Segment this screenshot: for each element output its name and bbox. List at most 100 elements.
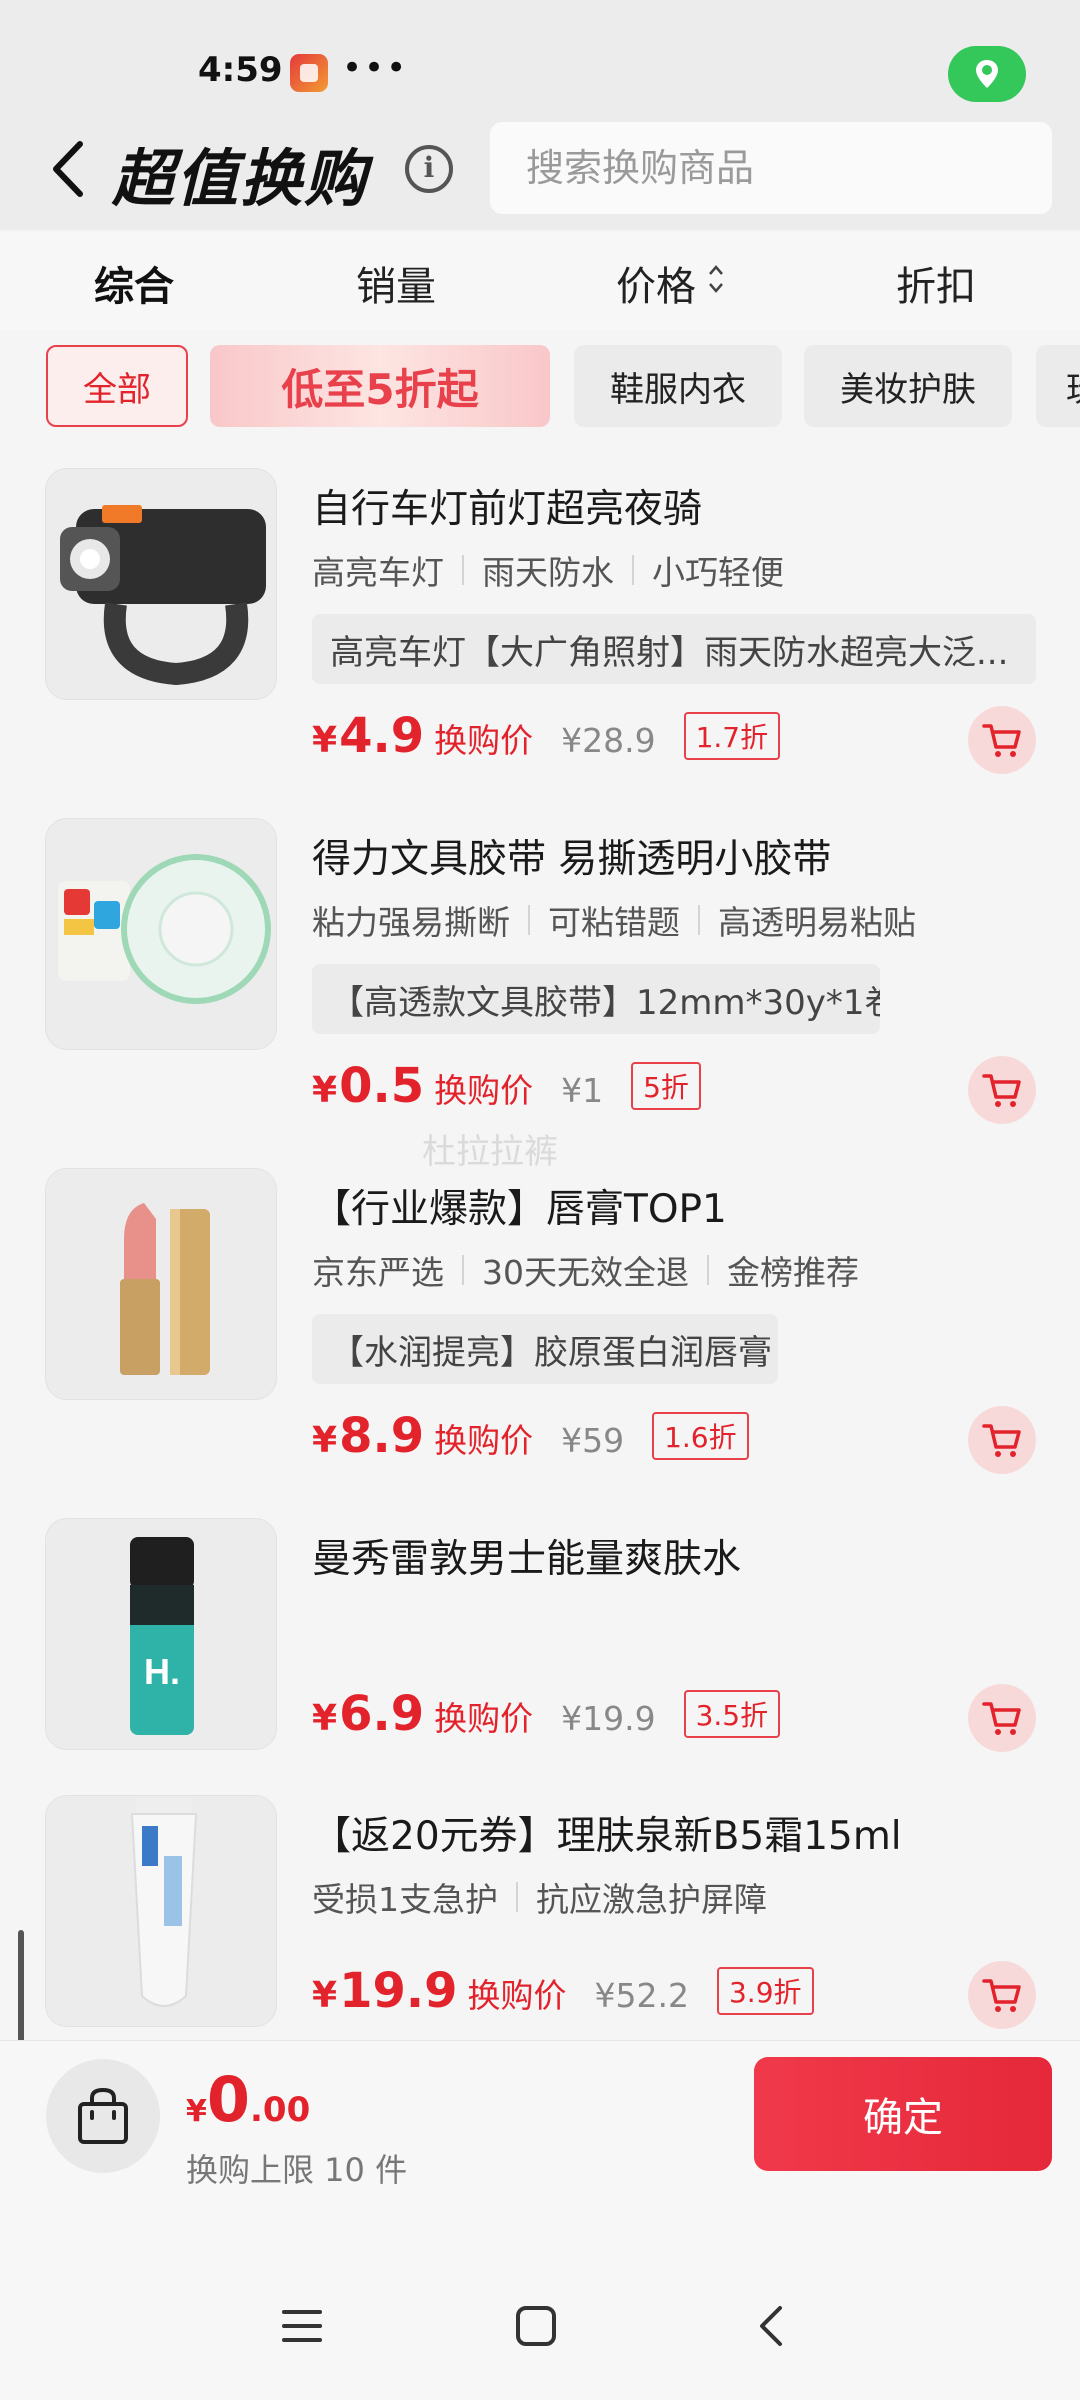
search-box[interactable] [490, 122, 1052, 214]
product-image[interactable]: H. [45, 1518, 277, 1750]
exchange-price: ¥6.9 [312, 1686, 424, 1742]
confirm-button[interactable]: 确定 [754, 2057, 1052, 2171]
product-title: 曼秀雷敦男士能量爽肤水 [312, 1537, 742, 1582]
original-price: ¥59 [561, 1421, 625, 1460]
tag-divider [462, 1255, 464, 1285]
tag-divider [632, 555, 634, 585]
original-price: ¥28.9 [561, 721, 656, 760]
product-image[interactable] [45, 468, 277, 700]
cart-icon [982, 1979, 1021, 2012]
product-tags: 京东严选 30天无效全退 金榜推荐 [312, 1246, 859, 1294]
cart-icon [982, 1074, 1021, 1107]
price-value: 19.9 [339, 1963, 458, 2019]
toner-bottle-icon: H. [130, 1537, 194, 1735]
location-indicator [948, 46, 1026, 102]
product-tags: 粘力强易撕断 可粘错题 高透明易粘贴 [312, 896, 916, 944]
price-value: 6.9 [339, 1686, 425, 1742]
total-int: 0 [206, 2063, 251, 2136]
menu-icon[interactable] [272, 2296, 332, 2356]
exchange-price-label: 换购价 [434, 721, 534, 760]
product-tag: 高透明易粘贴 [718, 903, 916, 942]
cart-icon [982, 1702, 1021, 1735]
add-to-cart-button[interactable] [968, 706, 1036, 774]
add-to-cart-button[interactable] [968, 1961, 1036, 2029]
price-row: ¥19.9 换购价 ¥52.2 3.9折 [312, 1963, 814, 2019]
product-title: 【行业爆款】唇膏TOP1 [312, 1187, 727, 1232]
back-button[interactable] [44, 134, 94, 204]
exchange-price-label: 换购价 [467, 1976, 567, 2015]
lipstick-icon [120, 1203, 210, 1375]
nav-back-icon[interactable] [742, 2296, 802, 2356]
more-notifications-icon: ••• [342, 48, 409, 88]
product-image[interactable] [45, 1168, 277, 1400]
price-currency: ¥ [312, 1975, 338, 2016]
exchange-price-label: 换购价 [434, 1699, 534, 1738]
product-desc: 【高透款文具胶带】12mm*30y*1卷 [312, 964, 880, 1034]
page-title: 超值换购 [112, 142, 369, 215]
home-icon[interactable] [506, 2296, 566, 2356]
product-card[interactable]: 【返20元券】理肤泉新B5霜15ml 受损1支急护 抗应激急护屏障 ¥19.9 … [0, 1795, 1080, 2035]
tag-divider [528, 905, 530, 935]
product-tag: 金榜推荐 [727, 1253, 859, 1292]
shopping-bag-button[interactable] [46, 2059, 160, 2173]
location-pin-icon [976, 60, 998, 88]
chip-promo[interactable]: 低至5折起 [210, 345, 550, 427]
info-icon[interactable] [405, 145, 453, 193]
product-image[interactable] [45, 818, 277, 1050]
cart-icon [982, 724, 1021, 757]
cream-tube-icon [130, 1798, 198, 2007]
watermark: 杜拉拉裤 [422, 1132, 558, 1172]
search-input[interactable] [526, 146, 1016, 190]
product-card[interactable]: H. 曼秀雷敦男士能量爽肤水 ¥6.9 换购价 ¥19.9 3.5折 [0, 1518, 1080, 1758]
chip-toys[interactable]: 玩 [1036, 345, 1080, 427]
discount-badge: 5折 [631, 1062, 701, 1110]
product-title: 得力文具胶带 易撕透明小胶带 [312, 837, 832, 882]
exchange-price: ¥4.9 [312, 708, 424, 764]
original-price: ¥1 [561, 1071, 604, 1110]
price-value: 4.9 [339, 708, 425, 764]
exchange-price: ¥0.5 [312, 1058, 424, 1114]
discount-badge: 1.7折 [683, 712, 781, 760]
tab-discount[interactable]: 折扣 [896, 254, 976, 312]
product-image[interactable] [45, 1795, 277, 2027]
product-card[interactable]: 自行车灯前灯超亮夜骑 高亮车灯 雨天防水 小巧轻便 高亮车灯【大广角照射】雨天防… [0, 468, 1080, 788]
product-title: 【返20元券】理肤泉新B5霜15ml [312, 1814, 902, 1859]
product-tag: 京东严选 [312, 1253, 444, 1292]
sort-arrows-icon [709, 265, 723, 293]
chip-clothing[interactable]: 鞋服内衣 [574, 345, 782, 427]
add-to-cart-button[interactable] [968, 1056, 1036, 1124]
product-tag: 30天无效全退 [482, 1253, 689, 1292]
cart-icon [982, 1424, 1021, 1457]
total-dec: .00 [250, 2090, 311, 2130]
chip-beauty[interactable]: 美妆护肤 [804, 345, 1012, 427]
product-tags: 受损1支急护 抗应激急护屏障 [312, 1873, 767, 1921]
product-card[interactable]: 得力文具胶带 易撕透明小胶带 粘力强易撕断 可粘错题 高透明易粘贴 【高透款文具… [0, 818, 1080, 1138]
status-time: 4:59 [198, 50, 283, 90]
product-tag: 受损1支急护 [312, 1880, 498, 1919]
add-to-cart-button[interactable] [968, 1684, 1036, 1752]
tag-divider [462, 555, 464, 585]
product-card[interactable]: 【行业爆款】唇膏TOP1 京东严选 30天无效全退 金榜推荐 【水润提亮】胶原蛋… [0, 1168, 1080, 1488]
chip-all[interactable]: 全部 [46, 345, 188, 427]
price-value: 0.5 [339, 1058, 425, 1114]
app-notification-icon [290, 54, 328, 92]
checkout-bar: ¥0.00 换购上限 10 件 确定 [0, 2040, 1080, 2240]
product-tag: 抗应激急护屏障 [536, 1880, 767, 1919]
add-to-cart-button[interactable] [968, 1406, 1036, 1474]
discount-badge: 3.9折 [716, 1967, 814, 2015]
tab-price[interactable]: 价格 [616, 254, 696, 312]
product-tag: 高亮车灯 [312, 553, 444, 592]
tape-icon [58, 854, 271, 1004]
product-tag: 粘力强易撕断 [312, 903, 510, 942]
system-nav-bar [0, 2240, 1080, 2400]
tag-divider [516, 1882, 518, 1912]
tag-divider [707, 1255, 709, 1285]
discount-badge: 3.5折 [683, 1690, 781, 1738]
tab-sales[interactable]: 销量 [356, 254, 436, 312]
bike-light-icon [60, 505, 266, 686]
back-arrow-icon [53, 141, 83, 197]
tab-comprehensive[interactable]: 综合 [94, 254, 174, 312]
exchange-price: ¥19.9 [312, 1963, 458, 2019]
product-desc: 【水润提亮】胶原蛋白润唇膏 [312, 1314, 778, 1384]
price-currency: ¥ [312, 1070, 338, 1111]
